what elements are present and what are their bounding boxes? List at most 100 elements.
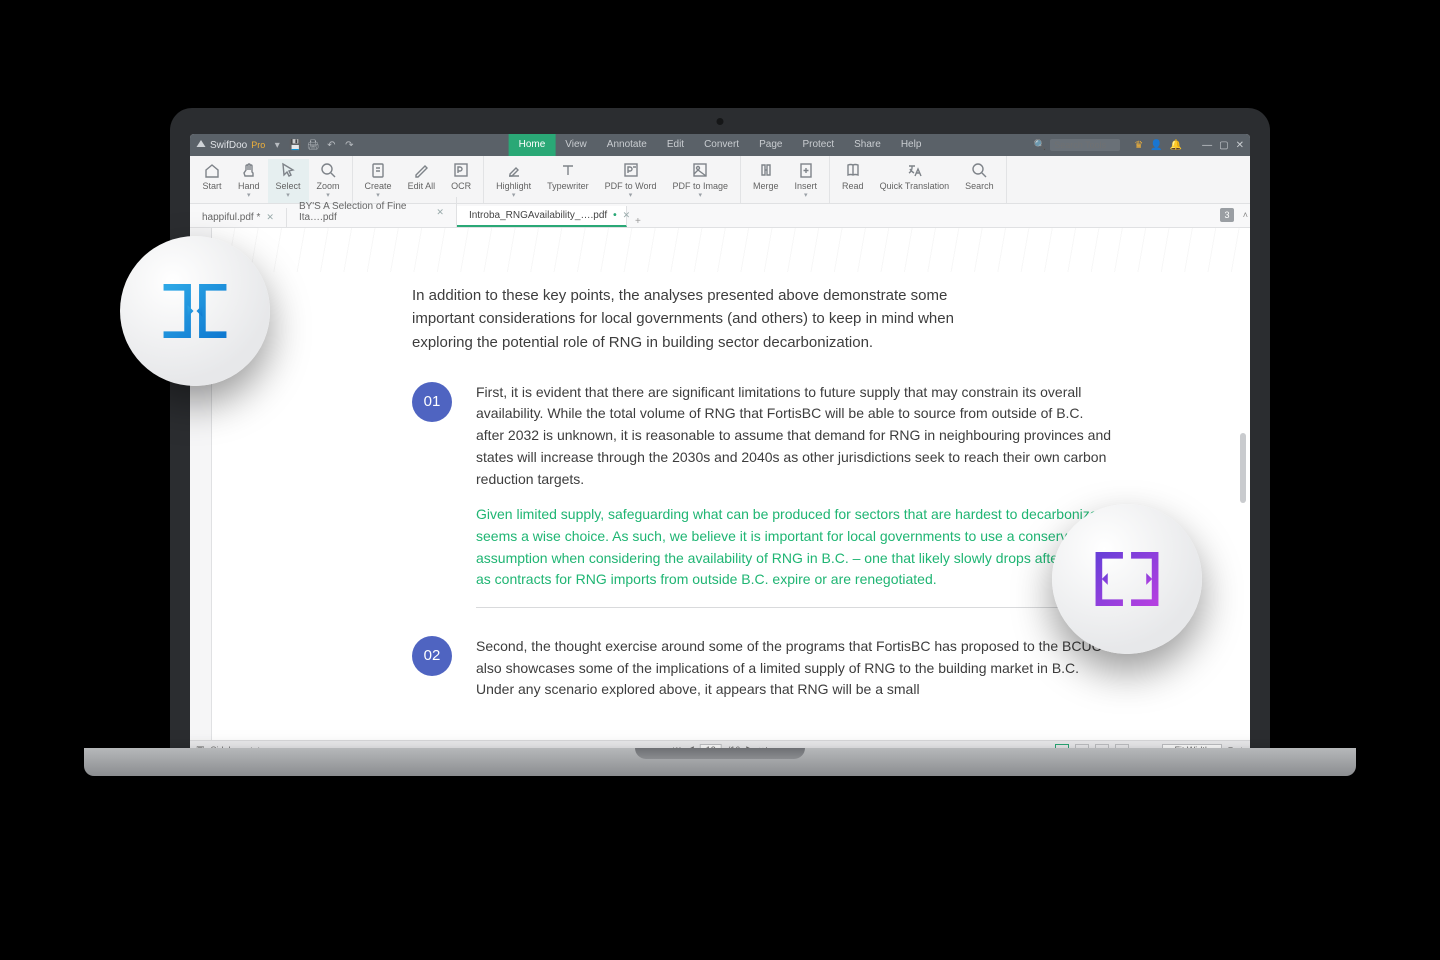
window-maximize[interactable]: ▢ [1219,140,1228,151]
menu-help[interactable]: Help [891,134,932,156]
user-icon[interactable]: 👤 [1150,140,1162,151]
ribbon-label: Edit All [408,181,436,191]
ribbon-label: Start [202,181,221,191]
point-badge-02: 02 [412,636,452,676]
document-tabs: happiful.pdf * ✕ BY'S A Selection of Fine … [190,204,1250,228]
document-page: In addition to these key points, the ana… [212,228,1250,740]
menu-protect[interactable]: Protect [792,134,844,156]
tab-label: happiful.pdf * [202,212,260,223]
ribbon-label: Typewriter [547,181,589,191]
document-tab[interactable]: happiful.pdf * ✕ [190,208,287,227]
split-icon [1090,542,1164,616]
ribbon-label: Highlight [496,181,531,191]
ribbon-label: PDF to Word [605,181,657,191]
tab-close-icon[interactable]: ✕ [436,207,444,218]
menu-home[interactable]: Home [509,134,556,156]
hand-icon [240,161,258,179]
tab-label: BY'S A Selection of Fine Ita….pdf [299,201,430,223]
pi-icon [691,161,709,179]
type-icon [559,161,577,179]
crown-icon[interactable]: ♛ [1134,140,1143,151]
document-tab[interactable]: Introba_RNGAvailability_….pdf•✕ [457,206,627,227]
tab-add[interactable]: + [627,216,649,227]
ribbon-pdf-to-word[interactable]: PDF to Word [597,159,665,203]
edit-icon [412,161,430,179]
ribbon-label: Select [276,181,301,191]
ribbon-start[interactable]: Start [194,159,230,203]
scrollbar-thumb[interactable] [1240,433,1246,503]
app-name: SwifDoo [210,140,247,151]
split-badge [1052,504,1202,654]
ribbon-label: Hand [238,181,260,191]
ribbon-insert[interactable]: Insert [787,159,826,203]
read-icon [844,161,862,179]
window-minimize[interactable]: — [1202,140,1212,151]
ribbon-label: OCR [451,181,471,191]
hl-icon [505,161,523,179]
point-01-highlight: Given limited supply, safeguarding what … [476,504,1112,591]
point-02-text: Second, the thought exercise around some… [476,636,1112,701]
ribbon-label: Merge [753,181,779,191]
tab-close-icon[interactable]: ✕ [266,212,274,223]
document-viewport[interactable]: In addition to these key points, the ana… [212,228,1250,740]
menu-annotate[interactable]: Annotate [597,134,657,156]
redo-icon[interactable]: ↷ [343,139,355,151]
intro-paragraph: In addition to these key points, the ana… [412,284,972,354]
ribbon-label: Insert [795,181,818,191]
search-tools-icon: 🔍 [1034,140,1046,151]
ribbon-label: Create [365,181,392,191]
save-icon[interactable]: 💾 [289,139,301,151]
ribbon-hand[interactable]: Hand [230,159,268,203]
create-icon [369,161,387,179]
ribbon-merge[interactable]: Merge [745,159,787,203]
workspace: ◈ In addition to these key points, the a… [190,228,1250,740]
app-window: SwifDoo Pro ▾ 💾 🖨 ↶ ↷ Home View Annotate… [190,134,1250,758]
app-logo-icon [196,140,206,150]
divider [476,607,1112,608]
ribbon-label: Quick Translation [880,181,950,191]
tab-label: Introba_RNGAvailability_….pdf [469,210,607,221]
tab-dirty-icon: • [613,210,617,221]
app-brand: SwifDoo Pro [196,140,265,151]
window-close[interactable]: ✕ [1236,140,1244,151]
menubar: SwifDoo Pro ▾ 💾 🖨 ↶ ↷ Home View Annotate… [190,134,1250,156]
merge-icon [158,274,232,348]
zoom-icon [319,161,337,179]
ribbon-label: Search [965,181,994,191]
insert-icon [797,161,815,179]
print-icon[interactable]: 🖨 [307,139,319,151]
menu-edit[interactable]: Edit [657,134,694,156]
pw-icon [622,161,640,179]
ribbon-read[interactable]: Read [834,159,872,203]
ribbon-label: Read [842,181,864,191]
document-tab[interactable]: BY'S A Selection of Fine Ita….pdf ✕ [287,197,457,227]
search-tools-input[interactable] [1050,139,1120,151]
ocr-icon [452,161,470,179]
app-edition: Pro [251,140,265,150]
ribbon-pdf-to-image[interactable]: PDF to Image [664,159,736,203]
ribbon-search[interactable]: Search [957,159,1002,203]
ribbon-label: PDF to Image [672,181,728,191]
bell-icon[interactable]: 🔔 [1170,140,1182,151]
tab-count[interactable]: 3 [1220,208,1234,222]
cursor-icon [279,161,297,179]
ribbon-highlight[interactable]: Highlight [488,159,539,203]
merge-icon [757,161,775,179]
undo-icon[interactable]: ↶ [325,139,337,151]
menu-page[interactable]: Page [749,134,792,156]
ribbon-typewriter[interactable]: Typewriter [539,159,597,203]
qa-dropdown-icon[interactable]: ▾ [271,139,283,151]
menu-share[interactable]: Share [844,134,891,156]
menu-convert[interactable]: Convert [694,134,749,156]
laptop-camera [717,118,724,125]
ribbon-quick-translation[interactable]: Quick Translation [872,159,958,203]
main-menu: Home View Annotate Edit Convert Page Pro… [509,134,932,156]
home-icon [203,161,221,179]
point-badge-01: 01 [412,382,452,422]
trans-icon [905,161,923,179]
ribbon-label: Zoom [317,181,340,191]
menu-view[interactable]: View [555,134,597,156]
point-01-text: First, it is evident that there are sign… [476,382,1112,490]
tabs-collapse-icon[interactable]: ˄ [1243,210,1248,220]
merge-badge [120,236,270,386]
